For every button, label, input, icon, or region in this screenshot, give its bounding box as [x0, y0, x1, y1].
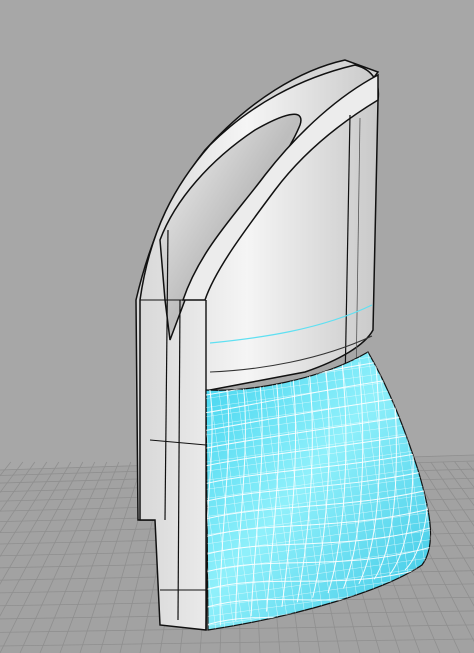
3d-viewport[interactable] — [0, 0, 474, 653]
viewport-canvas[interactable] — [0, 0, 474, 653]
